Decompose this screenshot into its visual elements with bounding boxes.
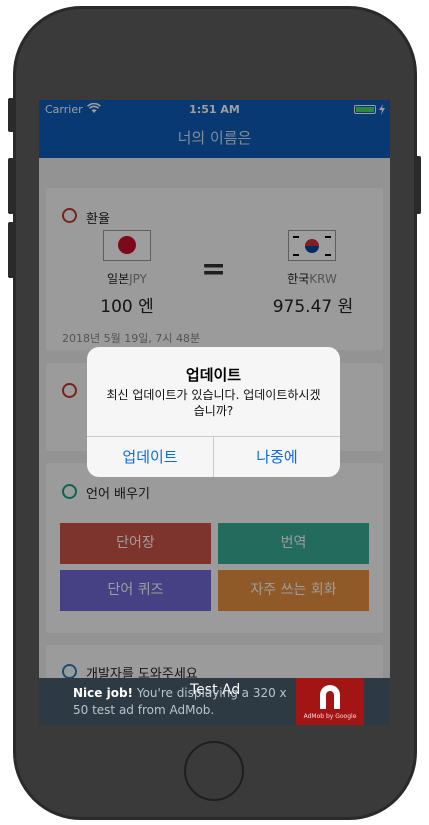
power-button xyxy=(414,156,421,214)
admob-logo: AdMob by Google xyxy=(296,678,364,725)
app-screen: Carrier 1:51 AM 너의 이름은 환율 일본JPY 100 엔 = xyxy=(39,100,390,725)
home-button[interactable] xyxy=(184,741,244,801)
alert-message: 최신 업데이트가 있습니다. 업데이트하시겠습니까? xyxy=(106,388,321,418)
volume-down-button xyxy=(8,222,15,278)
admob-badge-text: AdMob by Google xyxy=(303,713,357,720)
ad-text: Nice job! You're displaying a 320 x 50 t… xyxy=(73,685,301,719)
alert-title: 업데이트 xyxy=(185,366,242,384)
mute-switch xyxy=(8,98,15,132)
volume-up-button xyxy=(8,158,15,214)
later-button[interactable]: 나중에 xyxy=(214,437,340,477)
ad-banner[interactable]: Test Ad Nice job! You're displaying a 32… xyxy=(39,678,390,725)
update-button[interactable]: 업데이트 xyxy=(87,437,213,477)
ad-nice-job: Nice job! xyxy=(73,686,134,700)
update-alert: 업데이트 최신 업데이트가 있습니다. 업데이트하시겠습니까? 업데이트 나중에 xyxy=(87,347,340,477)
admob-logo-icon xyxy=(320,685,340,709)
